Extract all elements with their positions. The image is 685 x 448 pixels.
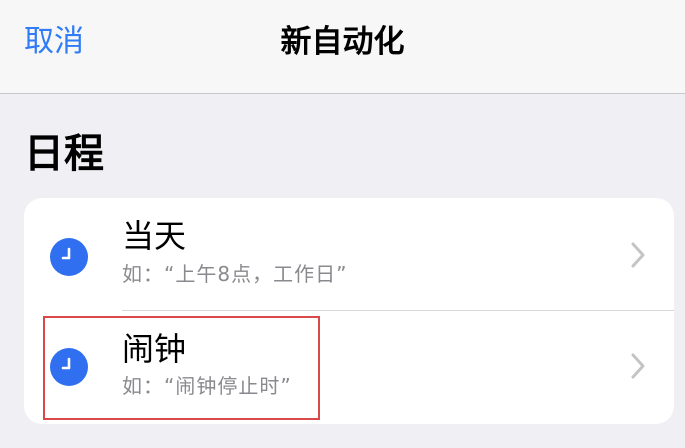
clock-icon xyxy=(50,238,88,276)
clock-icon xyxy=(50,348,88,386)
option-title: 闹钟 xyxy=(122,330,187,368)
trigger-option-alarm[interactable]: 闹钟 如：“闹钟停止时” xyxy=(24,311,674,423)
option-title: 当天 xyxy=(122,217,187,255)
section-title: 日程 xyxy=(24,131,104,177)
trigger-option-time-of-day[interactable]: 当天 如：“上午8点，工作日” xyxy=(24,198,674,310)
navigation-bar: 取消 新自动化 xyxy=(0,0,685,94)
page-title: 新自动化 xyxy=(280,24,405,60)
option-subtitle: 如：“闹钟停止时” xyxy=(122,374,292,398)
option-subtitle: 如：“上午8点，工作日” xyxy=(122,262,348,286)
chevron-right-icon xyxy=(631,242,645,268)
trigger-options-list: 当天 如：“上午8点，工作日” 闹钟 如：“闹钟停止时” xyxy=(24,198,674,424)
chevron-right-icon xyxy=(631,353,645,379)
